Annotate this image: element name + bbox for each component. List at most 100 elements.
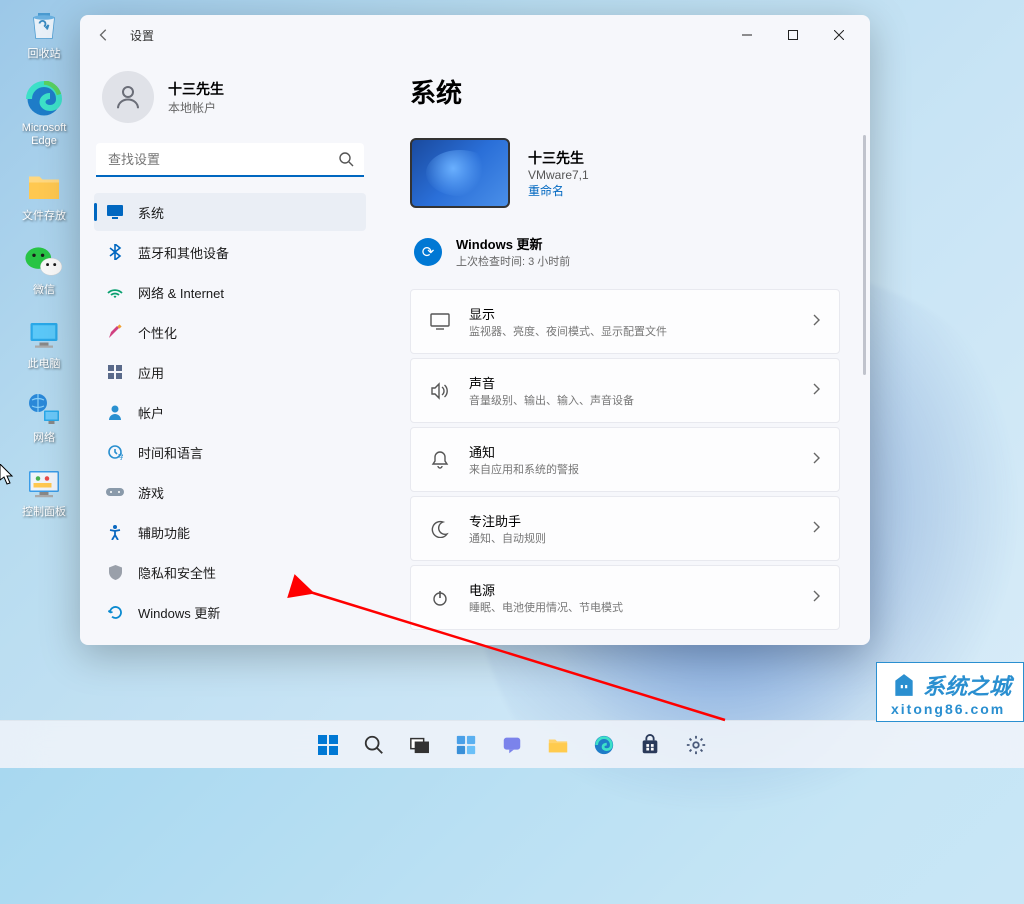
folder-icon [547, 734, 569, 756]
nav-item-apps[interactable]: 应用 [94, 353, 366, 391]
widgets-button[interactable] [446, 725, 486, 765]
search-button[interactable] [354, 725, 394, 765]
nav-list: 系统蓝牙和其他设备网络 & Internet 个性化应用帐户字时间和语言游戏辅助功… [94, 193, 366, 631]
windows-icon [316, 733, 340, 757]
back-arrow-icon [97, 28, 111, 42]
page-heading: 系统 [410, 73, 840, 110]
card-subtitle: 来自应用和系统的警报 [469, 461, 795, 477]
accessibility-icon [106, 523, 124, 541]
building-icon [891, 672, 917, 698]
desktop-icon-network[interactable]: 网络 [10, 389, 78, 445]
chevron-right-icon [813, 590, 821, 605]
card-title: 通知 [469, 442, 795, 461]
watermark-brand: 系统之城 [891, 669, 1011, 701]
recycle-bin-icon [24, 5, 64, 45]
card-title: 专注助手 [469, 511, 795, 530]
content-pane: 系统 十三先生 VMware7,1 重命名 ⟳ Windows 更新 上次检查时… [380, 55, 870, 645]
card-text: 电源睡眠、电池使用情况、节电模式 [469, 580, 795, 615]
card-focus[interactable]: 专注助手通知、自动规则 [410, 496, 840, 561]
nav-label: 隐私和安全性 [138, 563, 216, 582]
search-input[interactable] [96, 143, 364, 177]
nav-item-personalization[interactable]: 个性化 [94, 313, 366, 351]
settings-card-list: 显示监视器、亮度、夜间模式、显示配置文件声音音量级别、输出、输入、声音设备通知来… [410, 289, 840, 630]
user-block[interactable]: 十三先生 本地帐户 [94, 55, 366, 143]
desktop-icon-folder[interactable]: 文件存放 [10, 167, 78, 223]
user-name: 十三先生 [168, 79, 224, 99]
icon-label: 控制面板 [22, 506, 66, 519]
desktop-icon-edge[interactable]: Microsoft Edge [10, 79, 78, 148]
settings-button[interactable] [676, 725, 716, 765]
update-text: Windows 更新 上次检查时间: 3 小时前 [456, 234, 570, 269]
nav-item-system[interactable]: 系统 [94, 193, 366, 231]
focus-icon [429, 520, 451, 538]
edge-icon [593, 734, 615, 756]
edge-button[interactable] [584, 725, 624, 765]
scrollbar[interactable] [863, 135, 866, 375]
sidebar: 十三先生 本地帐户 系统蓝牙和其他设备网络 & Internet 个性化应用帐户字… [80, 55, 380, 645]
window-controls [724, 19, 862, 51]
bluetooth-icon [106, 243, 124, 261]
display-icon [429, 313, 451, 331]
nav-item-accessibility[interactable]: 辅助功能 [94, 513, 366, 551]
nav-item-accounts[interactable]: 帐户 [94, 393, 366, 431]
update-icon: ⟳ [414, 238, 442, 266]
card-sound[interactable]: 声音音量级别、输出、输入、声音设备 [410, 358, 840, 423]
personalization-icon [106, 323, 124, 341]
explorer-button[interactable] [538, 725, 578, 765]
control-panel-icon [24, 463, 64, 503]
nav-item-privacy[interactable]: 隐私和安全性 [94, 553, 366, 591]
card-title: 电源 [469, 580, 795, 599]
apps-icon [106, 363, 124, 381]
card-text: 通知来自应用和系统的警报 [469, 442, 795, 477]
card-notifications[interactable]: 通知来自应用和系统的警报 [410, 427, 840, 492]
widgets-icon [455, 734, 477, 756]
taskview-button[interactable] [400, 725, 440, 765]
update-subtitle: 上次检查时间: 3 小时前 [456, 253, 570, 269]
network-icon [106, 283, 124, 301]
chat-button[interactable] [492, 725, 532, 765]
minimize-button[interactable] [724, 19, 770, 51]
card-text: 专注助手通知、自动规则 [469, 511, 795, 546]
search-icon [338, 151, 354, 172]
card-title: 声音 [469, 373, 795, 392]
windows-update-row[interactable]: ⟳ Windows 更新 上次检查时间: 3 小时前 [410, 228, 840, 289]
nav-label: 游戏 [138, 483, 164, 502]
desktop-icon-this-pc[interactable]: 此电脑 [10, 315, 78, 371]
desktop-icon-recycle-bin[interactable]: 回收站 [10, 5, 78, 61]
gaming-icon [106, 483, 124, 501]
chevron-right-icon [813, 452, 821, 467]
icon-label: 微信 [33, 284, 55, 297]
avatar [102, 71, 154, 123]
close-button[interactable] [816, 19, 862, 51]
back-button[interactable] [88, 19, 120, 51]
settings-body: 十三先生 本地帐户 系统蓝牙和其他设备网络 & Internet 个性化应用帐户字… [80, 55, 870, 645]
watermark: 系统之城 xitong86.com [876, 662, 1024, 722]
rename-link[interactable]: 重命名 [528, 182, 589, 199]
nav-item-update[interactable]: Windows 更新 [94, 593, 366, 631]
card-power[interactable]: 电源睡眠、电池使用情况、节电模式 [410, 565, 840, 630]
nav-item-bluetooth[interactable]: 蓝牙和其他设备 [94, 233, 366, 271]
desktop-icon-wechat[interactable]: 微信 [10, 241, 78, 297]
nav-item-gaming[interactable]: 游戏 [94, 473, 366, 511]
maximize-icon [788, 30, 798, 40]
nav-label: 系统 [138, 203, 164, 222]
close-icon [834, 30, 844, 40]
nav-label: 个性化 [138, 323, 177, 342]
desktop-icons: 回收站 Microsoft Edge 文件存放微信此电脑网络控制面板 [10, 5, 78, 520]
card-text: 显示监视器、亮度、夜间模式、显示配置文件 [469, 304, 795, 339]
store-button[interactable] [630, 725, 670, 765]
window-title: 设置 [130, 27, 154, 44]
card-title: 显示 [469, 304, 795, 323]
titlebar: 设置 [80, 15, 870, 55]
nav-item-network[interactable]: 网络 & Internet [94, 273, 366, 311]
network-icon [24, 389, 64, 429]
watermark-url: xitong86.com [891, 701, 1011, 717]
desktop-icon-control-panel[interactable]: 控制面板 [10, 463, 78, 519]
card-display[interactable]: 显示监视器、亮度、夜间模式、显示配置文件 [410, 289, 840, 354]
nav-label: 时间和语言 [138, 443, 203, 462]
start-button[interactable] [308, 725, 348, 765]
edge-icon [24, 79, 64, 119]
maximize-button[interactable] [770, 19, 816, 51]
nav-item-time[interactable]: 字时间和语言 [94, 433, 366, 471]
store-icon [639, 734, 661, 756]
